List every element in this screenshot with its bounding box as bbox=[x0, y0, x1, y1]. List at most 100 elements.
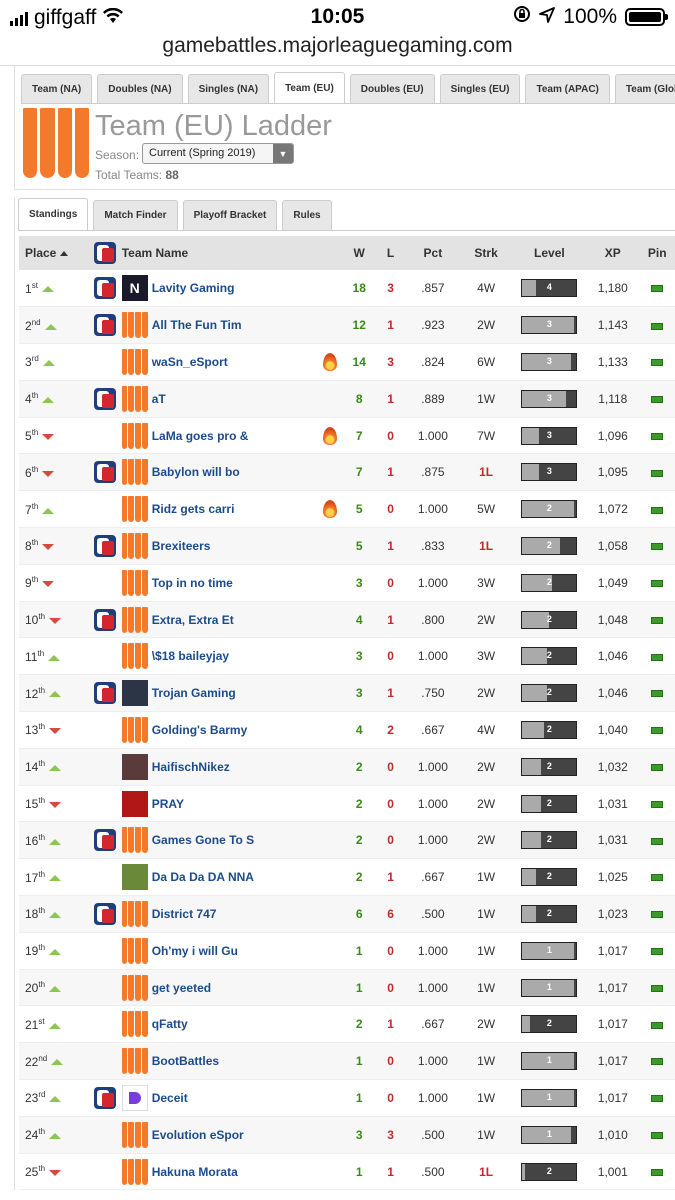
url-bar[interactable]: gamebattles.majorleaguegaming.com bbox=[0, 34, 675, 62]
team-name-link[interactable]: Deceit bbox=[152, 1091, 188, 1105]
table-row[interactable]: 22nd BootBattles 1 0 1.000 1W 1 1,017 bbox=[19, 1042, 675, 1081]
table-row[interactable]: 3rd waSn_eSport 14 3.824 6W 3 1,133 bbox=[19, 343, 675, 381]
place-cell: 2nd bbox=[19, 306, 89, 345]
tab-singles-eu[interactable]: Singles (EU) bbox=[439, 74, 521, 103]
table-row[interactable]: 9th Top in no time 3 0 1.000 3W 2 1,049 bbox=[19, 564, 675, 602]
table-row[interactable]: 2nd All The Fun Tim 12 1.923 2W 3 1,143 bbox=[19, 306, 675, 345]
team-name-link[interactable]: Ridz gets carri bbox=[152, 502, 235, 516]
team-name-link[interactable]: waSn_eSport bbox=[152, 355, 228, 369]
tab-rules[interactable]: Rules bbox=[282, 200, 332, 230]
table-row[interactable]: 24th Evolution eSpor 3 3.500 1W 1 1,010 bbox=[19, 1116, 675, 1154]
team-cell: qFatty bbox=[121, 1005, 344, 1044]
tab-playoff-bracket[interactable]: Playoff Bracket bbox=[182, 200, 278, 230]
tab-doubles-na[interactable]: Doubles (NA) bbox=[97, 74, 183, 103]
table-row[interactable]: 16th Games Gone To S 2 0 1.000 2W 2 1,031 bbox=[19, 821, 675, 860]
team-name-link[interactable]: District 747 bbox=[152, 907, 217, 921]
team-name-link[interactable]: Oh'my i will Gu bbox=[152, 944, 238, 958]
pct-cell: .889 bbox=[406, 380, 460, 418]
pin-cell bbox=[639, 821, 675, 860]
tab-team-global[interactable]: Team (Global) bbox=[614, 74, 675, 103]
team-avatar bbox=[121, 385, 148, 412]
season-select[interactable]: Current (Spring 2019) ▼ bbox=[142, 143, 294, 164]
team-header[interactable]: Team Name bbox=[121, 236, 344, 270]
pin-icon bbox=[651, 1095, 664, 1103]
pct-cell: .857 bbox=[406, 270, 460, 308]
table-row[interactable]: 6th Babylon will bo 7 1.875 1L 3 1,095 bbox=[19, 453, 675, 492]
table-row[interactable]: 18th District 747 6 6.500 1W 2 1,023 bbox=[19, 895, 675, 933]
region-cell bbox=[88, 748, 122, 786]
trend-up-icon bbox=[42, 360, 55, 367]
table-row[interactable]: 1st N Lavity Gaming 18 3.857 4W 4 1,180 bbox=[19, 270, 675, 308]
table-row[interactable]: 12th Trojan Gaming 3 1.750 2W 2 1,046 bbox=[19, 674, 675, 713]
region-cell bbox=[88, 343, 122, 381]
table-row[interactable]: 10th Extra, Extra Et 4 1.800 2W 2 1,048 bbox=[19, 601, 675, 639]
status-bar: giffgaff 10:05 100% bbox=[0, 0, 675, 34]
team-name-link[interactable]: Brexiteers bbox=[152, 539, 211, 553]
team-name-link[interactable]: Babylon will bo bbox=[152, 465, 240, 479]
tab-team-eu[interactable]: Team (EU) bbox=[274, 72, 345, 103]
tab-team-apac[interactable]: Team (APAC) bbox=[525, 74, 610, 103]
tab-singles-na[interactable]: Singles (NA) bbox=[187, 74, 270, 103]
tab-team-na[interactable]: Team (NA) bbox=[21, 74, 93, 103]
team-name-link[interactable]: Top in no time bbox=[152, 576, 233, 590]
level-bar: 2 bbox=[521, 1162, 578, 1181]
place-header[interactable]: Place bbox=[19, 236, 89, 270]
level-bar: 2 bbox=[521, 573, 578, 592]
trend-up-icon bbox=[49, 765, 62, 772]
team-name-link[interactable]: Games Gone To S bbox=[152, 833, 254, 847]
table-row[interactable]: 8th Brexiteers 5 1.833 1L 2 1,058 bbox=[19, 527, 675, 565]
xp-header[interactable]: XP bbox=[586, 236, 640, 270]
team-name-link[interactable]: get yeeted bbox=[152, 981, 211, 995]
table-row[interactable]: 5th LaMa goes pro & 7 0 1.000 7W 3 1,096 bbox=[19, 417, 675, 455]
team-name-link[interactable]: \$18 baileyjay bbox=[152, 649, 229, 663]
table-row[interactable]: 17th Da Da Da DA NNA 2 1.667 1W 2 1,025 bbox=[19, 858, 675, 897]
table-row[interactable]: 14th HaifischNikez 2 0 1.000 2W 2 1,032 bbox=[19, 748, 675, 786]
table-row[interactable]: 21st qFatty 2 1.667 2W 2 1,017 bbox=[19, 1005, 675, 1044]
place-number: 3 bbox=[25, 355, 32, 370]
team-name-link[interactable]: LaMa goes pro & bbox=[152, 429, 249, 443]
level-header[interactable]: Level bbox=[512, 236, 587, 270]
table-row[interactable]: 25th Hakuna Morata 1 1.500 1L 2 1,001 bbox=[19, 1153, 675, 1191]
pct-cell: 1.000 bbox=[406, 564, 460, 602]
team-name-link[interactable]: PRAY bbox=[152, 797, 184, 811]
table-row[interactable]: 11th \$18 baileyjay 3 0 1.000 3W 2 1,046 bbox=[19, 637, 675, 676]
table-row[interactable]: 7th Ridz gets carri 5 0 1.000 5W 2 1,072 bbox=[19, 490, 675, 529]
team-name-link[interactable]: Evolution eSpor bbox=[152, 1128, 244, 1142]
region-icon bbox=[93, 902, 116, 925]
table-row[interactable]: 4th aT 8 1.889 1W 3 1,118 bbox=[19, 380, 675, 418]
wins-header[interactable]: W bbox=[343, 236, 375, 270]
team-name-link[interactable]: Hakuna Morata bbox=[152, 1165, 238, 1179]
team-name-link[interactable]: Extra, Extra Et bbox=[152, 613, 234, 627]
table-header: Place Team Name W L Pct Strk Level XP Pi… bbox=[19, 236, 675, 270]
table-row[interactable]: 20th get yeeted 1 0 1.000 1W 1 1,017 bbox=[19, 969, 675, 1007]
level-number: 1 bbox=[546, 1128, 552, 1139]
level-bar: 2 bbox=[521, 647, 578, 666]
place-number: 12 bbox=[25, 686, 39, 701]
tab-doubles-eu[interactable]: Doubles (EU) bbox=[349, 74, 435, 103]
streak-cell: 1W bbox=[459, 895, 513, 933]
pct-header[interactable]: Pct bbox=[406, 236, 460, 270]
team-name-link[interactable]: Da Da Da DA NNA bbox=[152, 870, 254, 884]
table-row[interactable]: 13th Golding's Barmy 4 2.667 4W 2 1,040 bbox=[19, 711, 675, 749]
tab-match-finder[interactable]: Match Finder bbox=[93, 200, 178, 230]
tab-standings[interactable]: Standings bbox=[18, 198, 89, 230]
pct-cell: .875 bbox=[406, 453, 460, 492]
team-name-link[interactable]: Trojan Gaming bbox=[152, 686, 236, 700]
level-cell: 1 bbox=[512, 1079, 587, 1117]
team-name-link[interactable]: BootBattles bbox=[152, 1054, 219, 1068]
wins-cell: 2 bbox=[343, 858, 375, 897]
team-name-link[interactable]: Golding's Barmy bbox=[152, 723, 248, 737]
pin-icon bbox=[651, 469, 664, 477]
table-row[interactable]: 19th Oh'my i will Gu 1 0 1.000 1W 1 1,017 bbox=[19, 932, 675, 970]
streak-header[interactable]: Strk bbox=[459, 236, 513, 270]
team-name-link[interactable]: aT bbox=[152, 392, 166, 406]
table-row[interactable]: 23rd Deceit 1 0 1.000 1W 1 1,017 bbox=[19, 1079, 675, 1117]
team-name-link[interactable]: HaifischNikez bbox=[152, 760, 230, 774]
table-row[interactable]: 15th PRAY 2 0 1.000 2W 2 1,031 bbox=[19, 785, 675, 823]
losses-header[interactable]: L bbox=[374, 236, 407, 270]
team-name-link[interactable]: All The Fun Tim bbox=[152, 318, 242, 332]
team-name-link[interactable]: qFatty bbox=[152, 1017, 188, 1031]
team-name-link[interactable]: Lavity Gaming bbox=[152, 281, 235, 295]
place-cell: 8th bbox=[19, 527, 89, 565]
level-number: 2 bbox=[546, 503, 552, 514]
